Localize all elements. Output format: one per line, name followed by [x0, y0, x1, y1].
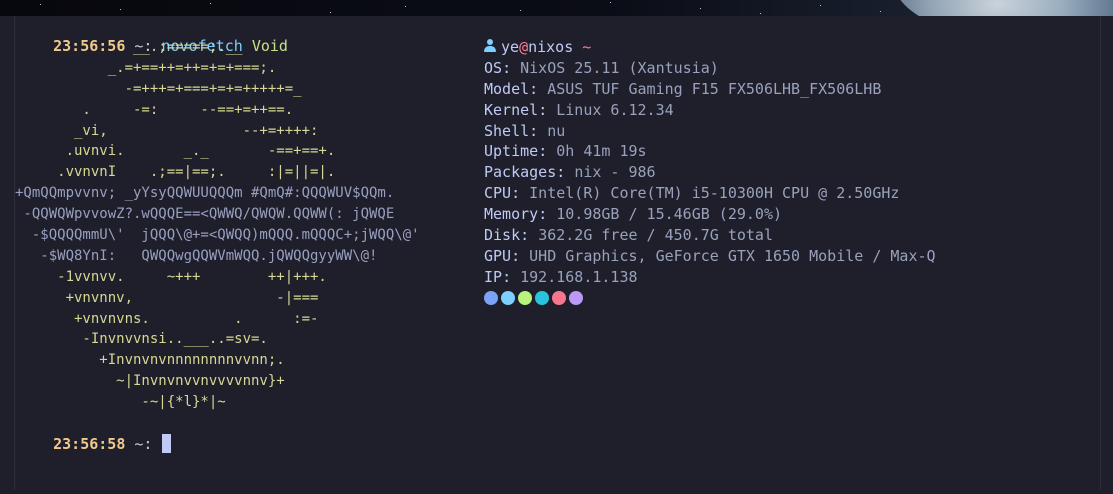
- logo-line: .uvnvi. _._ -==+==+.: [15, 143, 336, 160]
- user-host-line: ye@nixos ~: [484, 37, 936, 58]
- color-swatch: [569, 291, 583, 305]
- info-row-ip: IP: 192.168.1.138: [484, 267, 936, 288]
- info-separator: :: [538, 100, 557, 119]
- info-value: 362.2G free / 450.7G total: [538, 226, 773, 245]
- info-value: nix - 986: [574, 163, 656, 182]
- logo-line: . -=: --==+=++==.: [15, 101, 294, 118]
- logo-line: ~|Invnvnvvnvvvvnnv}+: [15, 373, 285, 390]
- info-separator: :: [511, 246, 530, 265]
- logo-line: -~|{*l}*|~: [15, 394, 226, 411]
- logo-line: __.;=====;.__: [15, 39, 243, 55]
- wallpaper-star: [880, 11, 881, 12]
- info-separator: :: [538, 205, 557, 224]
- info-row-kernel: Kernel: Linux 6.12.34: [484, 100, 936, 121]
- logo-line: +QmQQmpvvnv; _yYsyQQWUUQQQm #QmQ#:QQQWUV…: [15, 185, 395, 202]
- info-row-os: OS: NixOS 25.11 (Xantusia): [484, 58, 936, 79]
- at-sign: @: [519, 38, 529, 56]
- wallpaper-star: [760, 13, 761, 14]
- color-swatch: [552, 291, 566, 305]
- wallpaper-planet: [893, 0, 1113, 16]
- info-key: GPU: [484, 246, 512, 265]
- info-value: NixOS 25.11 (Xantusia): [520, 58, 719, 77]
- info-rows: OS: NixOS 25.11 (Xantusia) Model: ASUS TU…: [484, 58, 936, 288]
- prompt-timestamp: 23:56:58: [53, 435, 126, 453]
- wallpaper-star: [405, 6, 406, 7]
- info-row-packages: Packages: nix - 986: [484, 162, 936, 183]
- info-key: Model: [484, 79, 530, 98]
- desktop-wallpaper: [0, 0, 1113, 16]
- logo-line: _vi, --+=++++:: [15, 122, 319, 139]
- logo-line: -=+++=+===+=+=+++++=_: [15, 80, 302, 97]
- info-value: ASUS TUF Gaming F15 FX506LHB_FX506LHB: [547, 79, 882, 98]
- info-value: Intel(R) Core(TM) i5-10300H CPU @ 2.50GH…: [529, 184, 900, 203]
- wallpaper-star: [700, 8, 701, 9]
- logo-line: _.=+==++=++=+=+===;.: [15, 59, 277, 76]
- info-row-model: Model: ASUS TUF Gaming F15 FX506LHB_FX50…: [484, 79, 936, 100]
- user-icon: [484, 39, 496, 53]
- info-separator: :: [502, 267, 521, 286]
- logo-line: -$WQ8YnI: QWQQwgQQWVmWQQ.jQWQQgyyWW\@!: [15, 247, 378, 264]
- wallpaper-star: [330, 12, 331, 13]
- wallpaper-star: [120, 9, 121, 10]
- color-swatches: [484, 291, 583, 305]
- terminal-window[interactable]: 23:56:56 ~: novofetch Void __.;=====;.__…: [14, 16, 1101, 490]
- info-separator: :: [529, 79, 548, 98]
- info-separator: :: [520, 226, 539, 245]
- info-separator: :: [556, 163, 575, 182]
- info-key: Disk: [484, 226, 521, 245]
- home-tilde: ~: [582, 38, 592, 56]
- info-key: OS: [484, 58, 503, 77]
- wallpaper-star: [820, 5, 821, 6]
- hostname: nixos: [528, 38, 574, 56]
- info-value: UHD Graphics, GeForce GTX 1650 Mobile / …: [529, 246, 936, 265]
- logo-line: +vnvnnv, -|===: [15, 289, 319, 306]
- info-value: nu: [547, 121, 566, 140]
- info-value: 192.168.1.138: [520, 267, 638, 286]
- info-row-memory: Memory: 10.98GB / 15.46GB (29.0%): [484, 204, 936, 225]
- color-swatch: [535, 291, 549, 305]
- logo-line: -$QQQQmmU\' jQQQ\@+=<QWQQ)mQQQ.mQQQC+;jW…: [15, 227, 420, 244]
- logo-line: -QQWQWpvvowZ?.wQQQE==<QWWQ/QWQW.QQWW(: j…: [15, 206, 395, 223]
- wallpaper-star: [210, 3, 211, 4]
- info-row-cpu: CPU: Intel(R) Core(TM) i5-10300H CPU @ 2…: [484, 183, 936, 204]
- info-value: 10.98GB / 15.46GB (29.0%): [556, 205, 783, 224]
- terminal-cursor[interactable]: [161, 434, 171, 453]
- color-swatch: [518, 291, 532, 305]
- logo-line: .vvnvnI .;==|==;. :|=||=|.: [15, 164, 336, 181]
- logo-line: -1vvnvv. ~+++ ++|+++.: [15, 268, 327, 285]
- color-swatch: [484, 291, 498, 305]
- color-swatch: [501, 291, 515, 305]
- logo-line: -Invnvvnsi..___..=sv=.: [15, 331, 268, 348]
- info-row-disk: Disk: 362.2G free / 450.7G total: [484, 225, 936, 246]
- info-key: Uptime: [484, 142, 539, 161]
- wallpaper-star: [520, 10, 521, 11]
- ascii-logo: __.;=====;.__ _.=+==++=++=+=+===;. -=+++…: [15, 37, 420, 413]
- info-separator: :: [529, 121, 548, 140]
- username: ye: [501, 38, 520, 56]
- logo-line: +Invnvnvnnnnnnnnvvnn;.: [15, 352, 285, 369]
- info-row-shell: Shell: nu: [484, 121, 936, 142]
- info-separator: :: [538, 142, 557, 161]
- info-row-uptime: Uptime: 0h 41m 19s: [484, 141, 936, 162]
- info-value: Linux 6.12.34: [556, 100, 674, 119]
- system-info-panel: ye@nixos ~ OS: NixOS 25.11 (Xantusia) Mod…: [484, 37, 936, 288]
- info-key: Memory: [484, 205, 539, 224]
- info-separator: :: [502, 58, 521, 77]
- info-key: Shell: [484, 121, 530, 140]
- wallpaper-star: [40, 4, 41, 5]
- info-separator: :: [511, 184, 530, 203]
- wallpaper-star: [610, 2, 611, 3]
- info-key: Kernel: [484, 100, 539, 119]
- prompt-line-2: 23:56:58 ~:: [17, 414, 171, 474]
- info-value: 0h 41m 19s: [556, 142, 647, 161]
- info-row-gpu: GPU: UHD Graphics, GeForce GTX 1650 Mobi…: [484, 246, 936, 267]
- logo-line: +vnvnvns. . :=-: [15, 310, 319, 327]
- info-key: Packages: [484, 163, 557, 182]
- prompt-directory: ~:: [134, 435, 153, 453]
- info-key: CPU: [484, 184, 512, 203]
- info-key: IP: [484, 267, 503, 286]
